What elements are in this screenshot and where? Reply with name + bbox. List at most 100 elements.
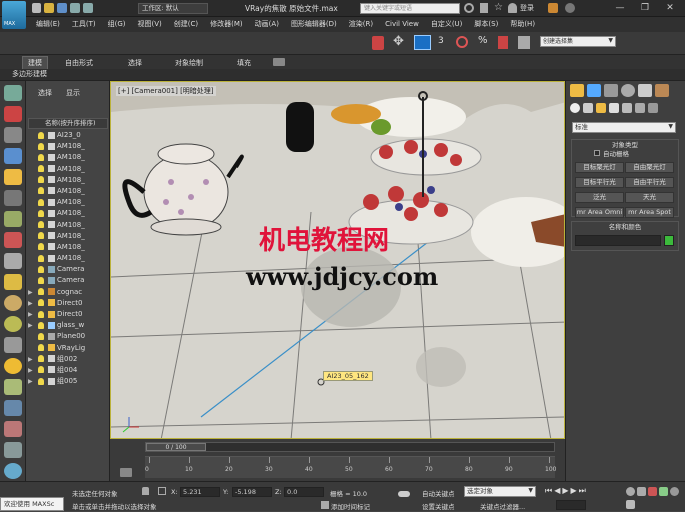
expand-arrow-icon[interactable]: ▶ [28,309,35,320]
help-icon[interactable] [565,3,575,13]
orbit-icon[interactable] [670,487,679,496]
lights-icon[interactable] [596,103,606,113]
visibility-bulb-icon[interactable] [38,209,44,217]
lock-icon[interactable] [142,487,149,495]
visibility-bulb-icon[interactable] [38,153,44,161]
scene-list-item[interactable]: AM108_ [28,164,108,175]
expand-arrow-icon[interactable]: ▶ [28,354,35,365]
timeline-ruler[interactable]: 0 10 20 30 40 50 60 70 80 90 100 [145,456,556,478]
open-curve-editor-icon[interactable] [120,468,132,477]
menu-item[interactable]: 动画(A) [249,17,285,32]
scene-list-item[interactable]: ▶ Direct0 [28,309,108,320]
workspace-dropdown[interactable]: 工作区: 默认 [138,3,208,14]
scene-list-item[interactable]: Camera [28,264,108,275]
next-frame-icon[interactable]: ▶ [571,486,579,495]
visibility-bulb-icon[interactable] [38,265,44,273]
expand-arrow-icon[interactable]: ▶ [28,376,35,387]
spacewarps-icon[interactable] [635,103,645,113]
z-coordinate-field[interactable]: 0.0 [284,487,324,497]
visibility-bulb-icon[interactable] [38,276,44,284]
search-icon[interactable] [464,3,474,13]
maxscript-listener[interactable]: 欢迎使用 MAXSc [0,497,64,511]
light-create-button[interactable]: 自由聚光灯 [625,162,674,173]
visibility-bulb-icon[interactable] [38,221,44,228]
angle-snap-icon[interactable] [456,36,468,48]
visibility-bulb-icon[interactable] [38,232,44,240]
table-icon[interactable] [4,148,22,164]
visibility-bulb-icon[interactable] [38,243,44,251]
scene-list-item[interactable]: AM108_ [28,141,108,152]
scene-list-item[interactable]: AM108_ [28,175,108,186]
scene-list-item[interactable]: AM108_ [28,242,108,253]
scene-tab-display[interactable]: 显示 [66,88,80,98]
visibility-bulb-icon[interactable] [38,187,44,195]
visibility-bulb-icon[interactable] [38,254,44,262]
scene-tab-select[interactable]: 选择 [38,88,52,98]
app-logo-button[interactable]: MAX [2,1,26,29]
go-to-start-icon[interactable]: ⏮ [545,486,554,495]
time-slider[interactable]: 0 / 100 [145,442,555,452]
close-button[interactable]: ✕ [660,2,680,14]
scene-list-item[interactable]: ▶ 组004 [28,365,108,376]
ribbon-subtab-label[interactable]: 多边形建模 [12,69,47,80]
scene-list-item[interactable]: ▶ glass_w [28,320,108,331]
sun-icon[interactable] [4,358,22,374]
scene-list-item[interactable]: VRayLig [28,343,108,354]
menu-item[interactable]: Civil View [379,17,425,32]
globe-icon[interactable] [4,463,22,479]
key-icon[interactable] [398,491,410,497]
light-create-button[interactable]: 自由平行光 [625,177,674,188]
cameras-icon[interactable] [609,103,619,113]
light-type-dropdown[interactable]: 标准 ▼ [572,122,676,133]
spacewarp-icon[interactable] [4,232,22,248]
x-coordinate-field[interactable]: 5.231 [180,487,220,497]
spinner-snap-icon[interactable] [498,36,508,49]
menu-item[interactable]: 帮助(H) [504,17,541,32]
bone-icon[interactable] [4,421,22,437]
torus-icon[interactable] [4,316,22,332]
play-icon[interactable]: ▶ [562,486,570,495]
scene-list-item[interactable]: ▶ 组002 [28,354,108,365]
maximize-button[interactable]: ❐ [635,2,655,14]
expand-arrow-icon[interactable]: ▶ [28,287,35,298]
y-coordinate-field[interactable]: -5.198 [232,487,272,497]
snap-3d-icon[interactable]: 3 [438,36,444,46]
scene-list-item[interactable]: AM108_ [28,186,108,197]
viewport-render-icon[interactable] [414,35,431,50]
current-frame-field[interactable] [556,500,586,510]
scene-list-item[interactable]: AM108_ [28,197,108,208]
auto-key-label[interactable]: 自动关键点 [422,488,455,498]
scene-list-item[interactable]: AM108_ [28,152,108,163]
select-link-icon[interactable] [372,36,384,50]
ribbon-tab[interactable]: 建模 [22,56,48,70]
visibility-bulb-icon[interactable] [38,366,44,374]
scene-list-item[interactable]: ▶ cognac [28,287,108,298]
field-of-view-icon[interactable] [648,487,657,496]
minimize-button[interactable]: — [610,2,630,14]
new-file-icon[interactable] [32,3,41,13]
user-icon[interactable] [508,3,517,13]
hierarchy-tab-icon[interactable] [604,84,618,97]
menu-item[interactable]: 编辑(E) [30,17,66,32]
camera-viewport[interactable]: [+] [Camera001] [明暗处理] AI23_05_162 机电教程网… [110,81,565,439]
visibility-bulb-icon[interactable] [38,165,44,173]
layer-icon[interactable] [4,127,22,143]
object-name-field[interactable] [575,235,661,246]
scene-list-item[interactable]: ▶ 组005 [28,376,108,387]
visibility-bulb-icon[interactable] [38,377,44,385]
selection-set-dropdown[interactable]: 创建选择集 ▼ [540,36,616,47]
utilities-tab-icon[interactable] [655,84,669,97]
scene-icon[interactable] [4,106,22,122]
save-icon[interactable] [57,3,67,13]
grid-icon[interactable] [4,400,22,416]
systems-icon[interactable] [648,103,658,113]
menu-item[interactable]: 自定义(U) [425,17,469,32]
light-create-button[interactable]: 目标聚光灯 [575,162,624,173]
menu-item[interactable]: 修改器(M) [204,17,249,32]
undo-icon[interactable] [70,3,80,13]
modify-tab-icon[interactable] [587,84,601,97]
shapes-icon[interactable] [583,103,593,113]
light-create-button[interactable]: mr Area Spot [625,207,674,218]
expand-arrow-icon[interactable]: ▶ [28,320,35,331]
visibility-bulb-icon[interactable] [38,176,44,184]
